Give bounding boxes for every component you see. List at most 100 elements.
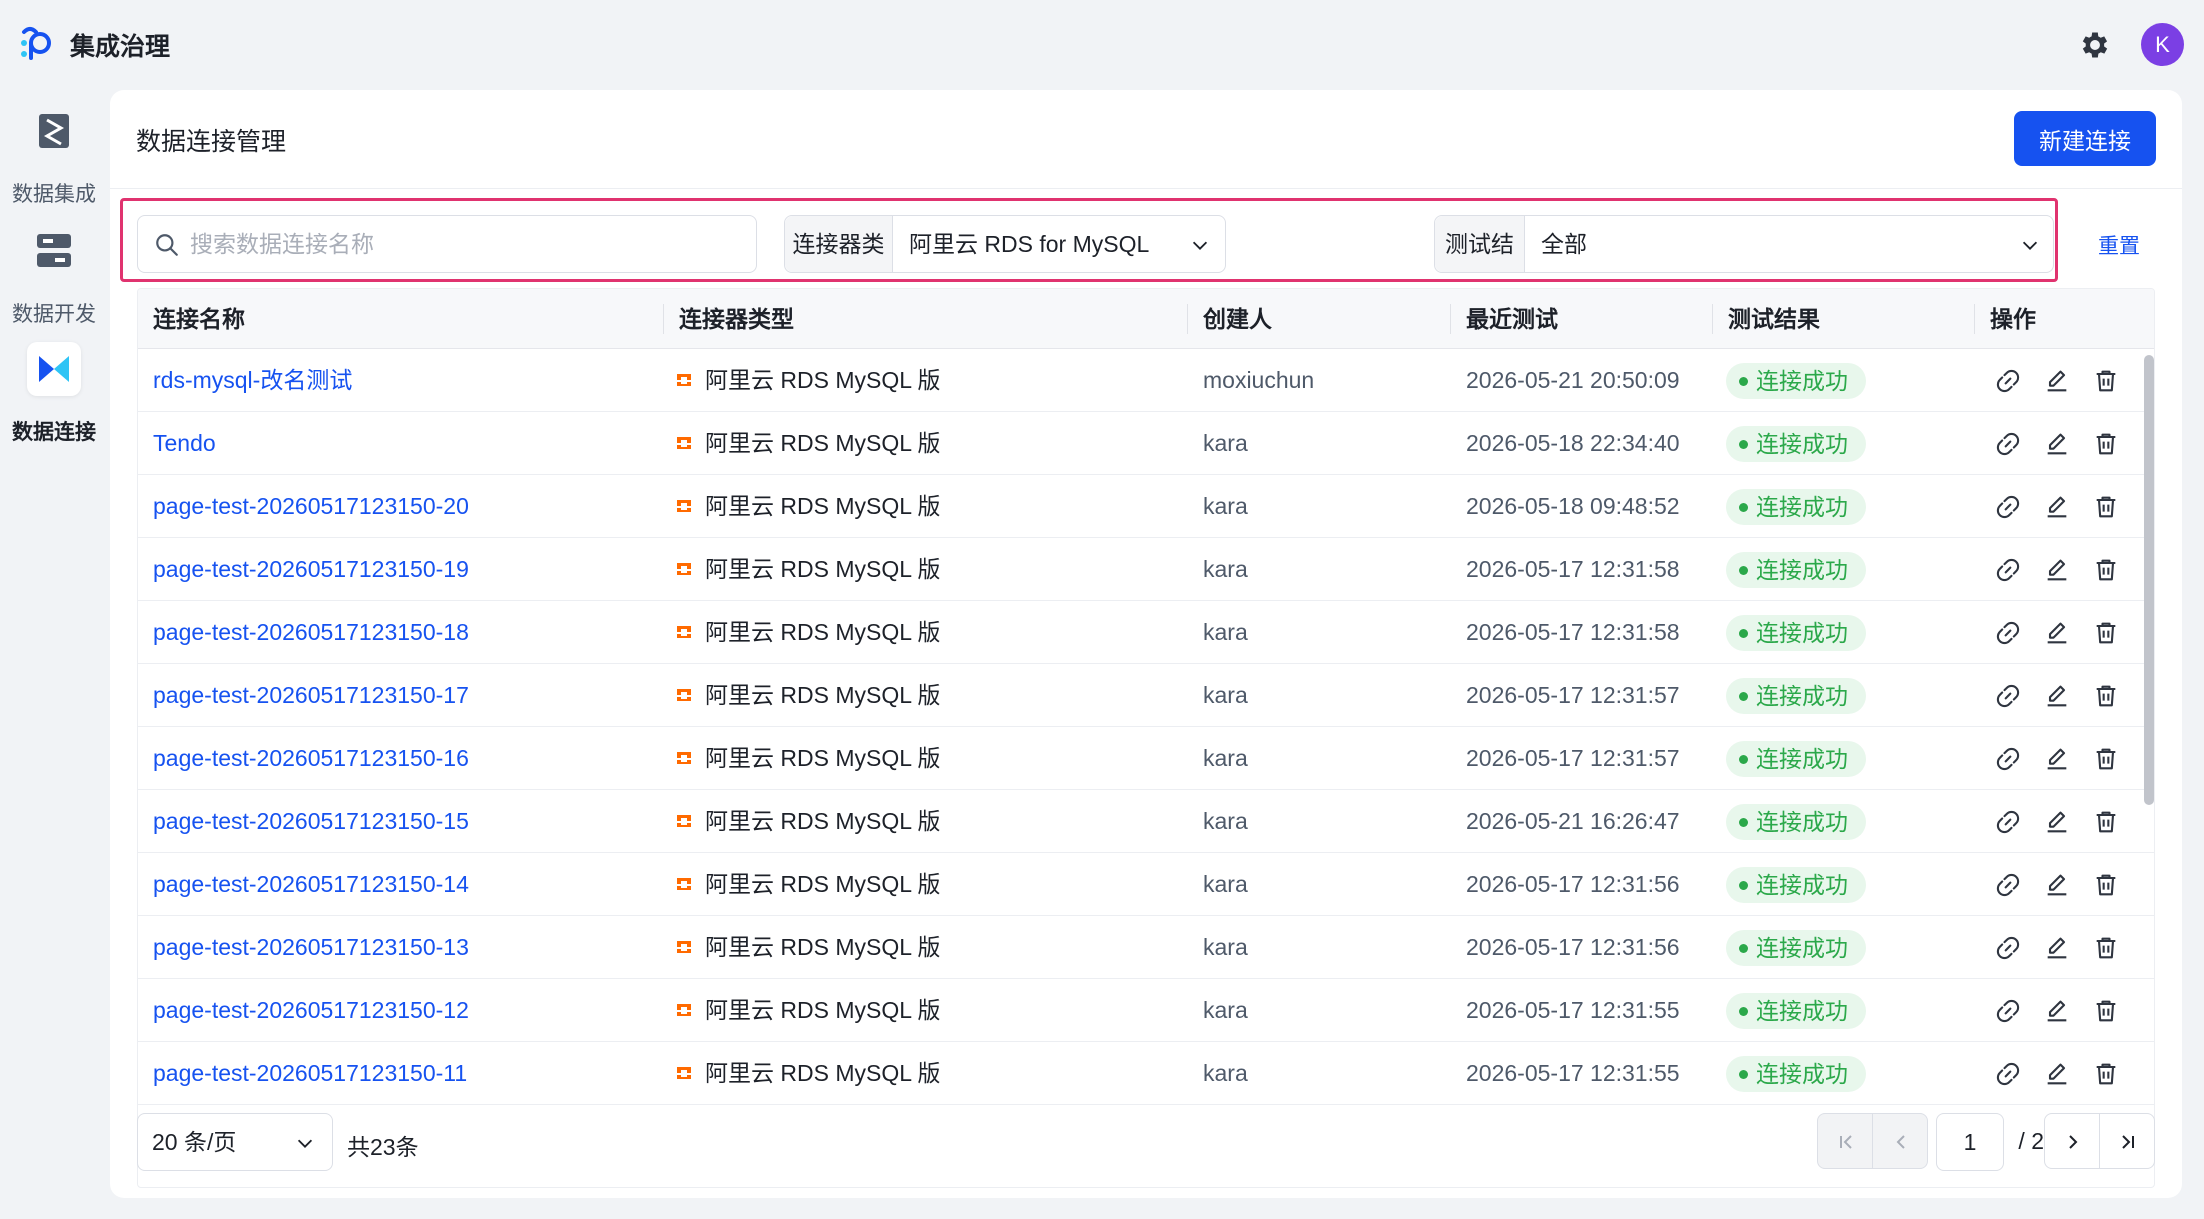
link-icon[interactable]: [1994, 556, 2022, 584]
table-scrollbar-thumb[interactable]: [2144, 355, 2154, 805]
link-icon[interactable]: [1994, 871, 2022, 899]
table-row: page-test-20260517123150-19 阿里云 RDS MySQ…: [138, 538, 2154, 601]
edit-icon[interactable]: [2043, 556, 2071, 584]
next-page-button[interactable]: [2044, 1113, 2100, 1169]
data-development-icon: [37, 234, 71, 267]
edit-icon[interactable]: [2043, 745, 2071, 773]
status-badge: 连接成功: [1726, 867, 1866, 903]
aliyun-rds-mysql-icon: [677, 941, 691, 953]
connection-name-link[interactable]: page-test-20260517123150-20: [153, 475, 469, 538]
search-box[interactable]: [137, 215, 757, 273]
edit-icon[interactable]: [2043, 367, 2071, 395]
column-divider: [1450, 304, 1451, 334]
edit-icon[interactable]: [2043, 430, 2071, 458]
edit-icon[interactable]: [2043, 682, 2071, 710]
connector-type-select[interactable]: 连接器类型 阿里云 RDS for MySQL: [784, 215, 1226, 313]
status-badge: 连接成功: [1726, 741, 1866, 777]
status-badge: 连接成功: [1726, 930, 1866, 966]
link-icon[interactable]: [1994, 430, 2022, 458]
delete-icon[interactable]: [2092, 871, 2120, 899]
table-row: Tendo 阿里云 RDS MySQL 版 kara 2026-05-18 22…: [138, 412, 2154, 475]
connector-type-cell: 阿里云 RDS MySQL 版: [705, 745, 941, 771]
sidebar-item-label: 数据连接: [12, 421, 96, 444]
creator-cell: kara: [1203, 430, 1248, 456]
sidebar-item-data-connection[interactable]: 数据连接: [0, 342, 108, 452]
edit-icon[interactable]: [2043, 808, 2071, 836]
last-page-icon: [2122, 1135, 2134, 1149]
main-card: 数据连接管理 新建连接 连接器类型 阿里云 RDS for MySQL 测试结果…: [110, 90, 2182, 1198]
status-text: 连接成功: [1756, 809, 1848, 835]
link-icon[interactable]: [1994, 934, 2022, 962]
reset-button[interactable]: 重置: [2098, 230, 2140, 260]
sidebar-item-data-integration[interactable]: 数据集成: [0, 104, 108, 214]
link-icon[interactable]: [1994, 997, 2022, 1025]
delete-icon[interactable]: [2092, 934, 2120, 962]
delete-icon[interactable]: [2092, 997, 2120, 1025]
edit-icon[interactable]: [2043, 997, 2071, 1025]
status-text: 连接成功: [1756, 998, 1848, 1024]
connection-name-link[interactable]: page-test-20260517123150-13: [153, 916, 469, 979]
test-result-value: 全部: [1541, 231, 1587, 257]
prev-page-button[interactable]: [1872, 1113, 1928, 1169]
delete-icon[interactable]: [2092, 493, 2120, 521]
page-size-select[interactable]: 20 条/页: [137, 1113, 333, 1171]
delete-icon[interactable]: [2092, 745, 2120, 773]
connection-name-link[interactable]: page-test-20260517123150-15: [153, 790, 469, 853]
chevron-down-icon: [1192, 241, 1208, 250]
creator-cell: kara: [1203, 997, 1248, 1023]
delete-icon[interactable]: [2092, 808, 2120, 836]
link-icon[interactable]: [1994, 619, 2022, 647]
connection-name-link[interactable]: page-test-20260517123150-17: [153, 664, 469, 727]
delete-icon[interactable]: [2092, 619, 2120, 647]
link-icon[interactable]: [1994, 682, 2022, 710]
sidebar-item-data-development[interactable]: 数据开发: [0, 224, 108, 334]
status-dot: [1739, 818, 1748, 827]
edit-icon[interactable]: [2043, 493, 2071, 521]
search-input[interactable]: [190, 224, 740, 264]
delete-icon[interactable]: [2092, 1060, 2120, 1088]
edit-icon[interactable]: [2043, 934, 2071, 962]
first-page-button[interactable]: [1817, 1113, 1873, 1169]
status-dot: [1739, 566, 1748, 575]
chevron-right-icon: [2069, 1135, 2078, 1149]
connection-name-link[interactable]: page-test-20260517123150-19: [153, 538, 469, 601]
link-icon[interactable]: [1994, 493, 2022, 521]
settings-gear-icon[interactable]: [2078, 28, 2112, 62]
new-connection-button[interactable]: 新建连接: [2014, 111, 2156, 166]
status-text: 连接成功: [1756, 1061, 1848, 1087]
connection-name-link[interactable]: rds-mysql-改名测试: [153, 349, 352, 412]
sidebar-item-label: 数据集成: [12, 183, 96, 206]
link-icon[interactable]: [1994, 367, 2022, 395]
current-page-input[interactable]: 1: [1936, 1113, 2004, 1171]
edit-icon[interactable]: [2043, 871, 2071, 899]
user-avatar[interactable]: K: [2141, 23, 2184, 66]
connection-name-link[interactable]: page-test-20260517123150-11: [153, 1042, 467, 1105]
table-row: page-test-20260517123150-13 阿里云 RDS MySQ…: [138, 916, 2154, 979]
delete-icon[interactable]: [2092, 367, 2120, 395]
connection-name-link[interactable]: page-test-20260517123150-14: [153, 853, 469, 916]
connection-name-link[interactable]: page-test-20260517123150-18: [153, 601, 469, 664]
delete-icon[interactable]: [2092, 556, 2120, 584]
status-text: 连接成功: [1756, 494, 1848, 520]
connection-name-link[interactable]: page-test-20260517123150-12: [153, 979, 469, 1042]
edit-icon[interactable]: [2043, 619, 2071, 647]
last-page-button[interactable]: [2099, 1113, 2155, 1169]
test-result-select[interactable]: 测试结果 全部: [1434, 215, 2054, 313]
connector-type-cell: 阿里云 RDS MySQL 版: [705, 871, 941, 897]
status-badge: 连接成功: [1726, 993, 1866, 1029]
link-icon[interactable]: [1994, 808, 2022, 836]
link-icon[interactable]: [1994, 745, 2022, 773]
page-title: 数据连接管理: [136, 128, 287, 156]
creator-cell: kara: [1203, 682, 1248, 708]
connection-name-link[interactable]: Tendo: [153, 412, 216, 475]
sidebar-item-label: 数据开发: [12, 303, 96, 326]
column-divider: [1974, 304, 1975, 334]
delete-icon[interactable]: [2092, 430, 2120, 458]
status-dot: [1739, 377, 1748, 386]
delete-icon[interactable]: [2092, 682, 2120, 710]
chevron-left-icon: [1896, 1135, 1905, 1149]
connection-name-link[interactable]: page-test-20260517123150-16: [153, 727, 469, 790]
last-test-cell: 2026-05-18 09:48:52: [1466, 493, 1680, 519]
link-icon[interactable]: [1994, 1060, 2022, 1088]
edit-icon[interactable]: [2043, 1060, 2071, 1088]
